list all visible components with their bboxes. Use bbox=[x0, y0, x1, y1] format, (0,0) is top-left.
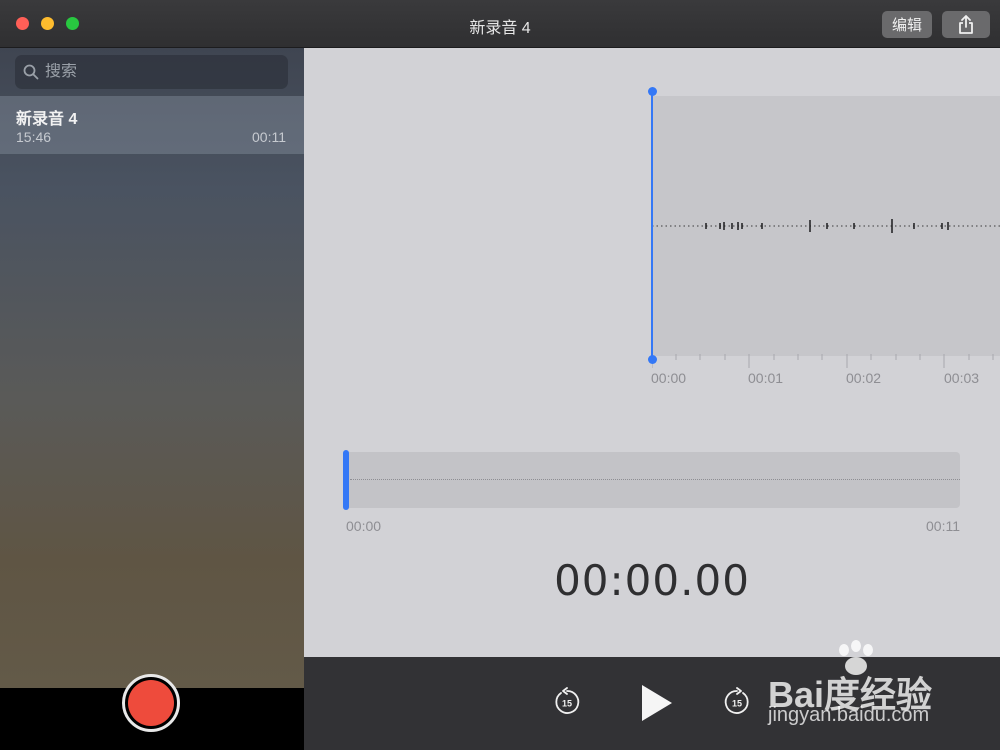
overview-end-time: 00:11 bbox=[926, 518, 960, 534]
skip-forward-label: 15 bbox=[732, 699, 742, 709]
search-field[interactable] bbox=[15, 55, 288, 89]
recording-duration: 00:11 bbox=[252, 129, 286, 145]
overview-waveform bbox=[350, 479, 960, 480]
transport-bar: 15 15 bbox=[304, 657, 1000, 750]
overview-scrubber[interactable] bbox=[344, 452, 960, 508]
play-button[interactable] bbox=[638, 683, 674, 723]
tick-label: 00:00 bbox=[651, 370, 687, 386]
edit-button[interactable]: 编辑 bbox=[882, 11, 932, 38]
record-button[interactable] bbox=[122, 674, 180, 732]
waveform bbox=[652, 219, 1000, 233]
search-input[interactable] bbox=[45, 63, 275, 81]
skip-forward-15-button[interactable]: 15 bbox=[722, 687, 752, 717]
share-icon bbox=[959, 14, 973, 34]
record-dot-icon bbox=[128, 680, 174, 726]
window-title: 新录音 4 bbox=[469, 20, 531, 37]
share-button[interactable] bbox=[942, 11, 990, 38]
recording-detail-pane: 00:00 00:01 00:02 00:03 00:00 00:11 00:0… bbox=[304, 48, 1000, 657]
recording-title: 新录音 4 bbox=[16, 111, 78, 128]
playhead[interactable] bbox=[651, 92, 653, 360]
overview-position-handle[interactable] bbox=[343, 450, 349, 510]
skip-back-label: 15 bbox=[562, 699, 572, 709]
search-icon bbox=[23, 64, 39, 80]
recordings-sidebar: 新录音 4 15:46 00:11 bbox=[0, 48, 304, 688]
playhead-top-handle[interactable] bbox=[648, 87, 657, 96]
tick-label: 00:01 bbox=[748, 370, 784, 386]
skip-back-15-button[interactable]: 15 bbox=[552, 687, 582, 717]
timeline-ruler bbox=[652, 354, 994, 368]
tick-label: 00:03 bbox=[944, 370, 980, 386]
title-bar: 新录音 4 编辑 bbox=[0, 0, 1000, 48]
recording-time: 15:46 bbox=[16, 129, 52, 145]
current-time-display: 00:00.00 bbox=[554, 556, 750, 605]
overview-start-time: 00:00 bbox=[346, 518, 382, 534]
recording-list-item[interactable]: 新录音 4 15:46 00:11 bbox=[0, 96, 304, 154]
tick-label: 00:02 bbox=[846, 370, 882, 386]
playhead-bottom-handle[interactable] bbox=[648, 355, 657, 364]
